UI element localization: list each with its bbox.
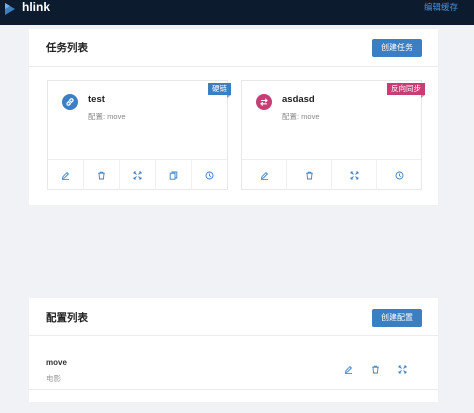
edit-task-button[interactable]: [48, 160, 83, 190]
sync-icon: [256, 94, 272, 110]
edit-task-button[interactable]: [242, 160, 286, 190]
row-divider: [29, 389, 438, 390]
history-task-button[interactable]: [376, 160, 421, 190]
app-title: hlink: [22, 0, 51, 14]
top-bar: hlink 编辑缓存: [0, 0, 474, 25]
panel-divider: [29, 66, 438, 67]
task-config-line: 配置: move: [282, 112, 320, 121]
edit-icon: [344, 365, 353, 374]
config-description: 电影: [46, 374, 61, 383]
copy-icon: [169, 171, 178, 180]
task-actions: [48, 159, 227, 190]
delete-icon: [372, 365, 379, 374]
history-icon: [205, 171, 214, 179]
expand-icon: [133, 171, 142, 179]
task-card-asdasd[interactable]: asdasd 配置: move 反向同步: [241, 80, 425, 190]
create-task-button[interactable]: 创建任务: [372, 39, 422, 57]
history-task-button[interactable]: [191, 160, 227, 190]
expand-task-button[interactable]: [119, 160, 155, 190]
config-name: move: [46, 358, 67, 367]
task-name: test: [88, 94, 105, 105]
delete-config-button[interactable]: [362, 364, 389, 376]
copy-task-button[interactable]: [155, 160, 191, 190]
delete-task-button[interactable]: [286, 160, 331, 190]
config-list-title: 配置列表: [46, 312, 88, 324]
task-list-title: 任务列表: [46, 42, 88, 54]
expand-icon: [350, 171, 358, 179]
edit-config-button[interactable]: [335, 364, 362, 376]
config-actions: [335, 364, 416, 376]
edit-cache-link[interactable]: 编辑缓存: [424, 2, 458, 12]
task-type-badge: 硬链: [208, 83, 231, 98]
task-type-badge: 反向同步: [387, 83, 425, 98]
edit-icon: [260, 171, 268, 180]
expand-icon: [398, 365, 407, 374]
expand-config-button[interactable]: [389, 364, 416, 376]
delete-icon: [305, 171, 313, 179]
task-list-panel: 任务列表 创建任务 test 配置: move 硬链 asdasd 配置: mo…: [29, 29, 438, 205]
delete-icon: [98, 171, 105, 179]
config-list-panel: 配置列表 创建配置 move 电影: [29, 298, 438, 402]
task-card-test[interactable]: test 配置: move 硬链: [47, 80, 231, 190]
task-actions: [242, 159, 421, 190]
task-config-line: 配置: move: [88, 112, 126, 121]
logo-icon: [5, 3, 15, 15]
link-icon: [62, 94, 78, 110]
task-name: asdasd: [282, 94, 315, 105]
edit-icon: [61, 171, 70, 180]
expand-task-button[interactable]: [331, 160, 376, 190]
create-config-button[interactable]: 创建配置: [372, 309, 422, 327]
history-icon: [395, 171, 403, 179]
delete-task-button[interactable]: [83, 160, 119, 190]
panel-divider: [29, 335, 438, 336]
